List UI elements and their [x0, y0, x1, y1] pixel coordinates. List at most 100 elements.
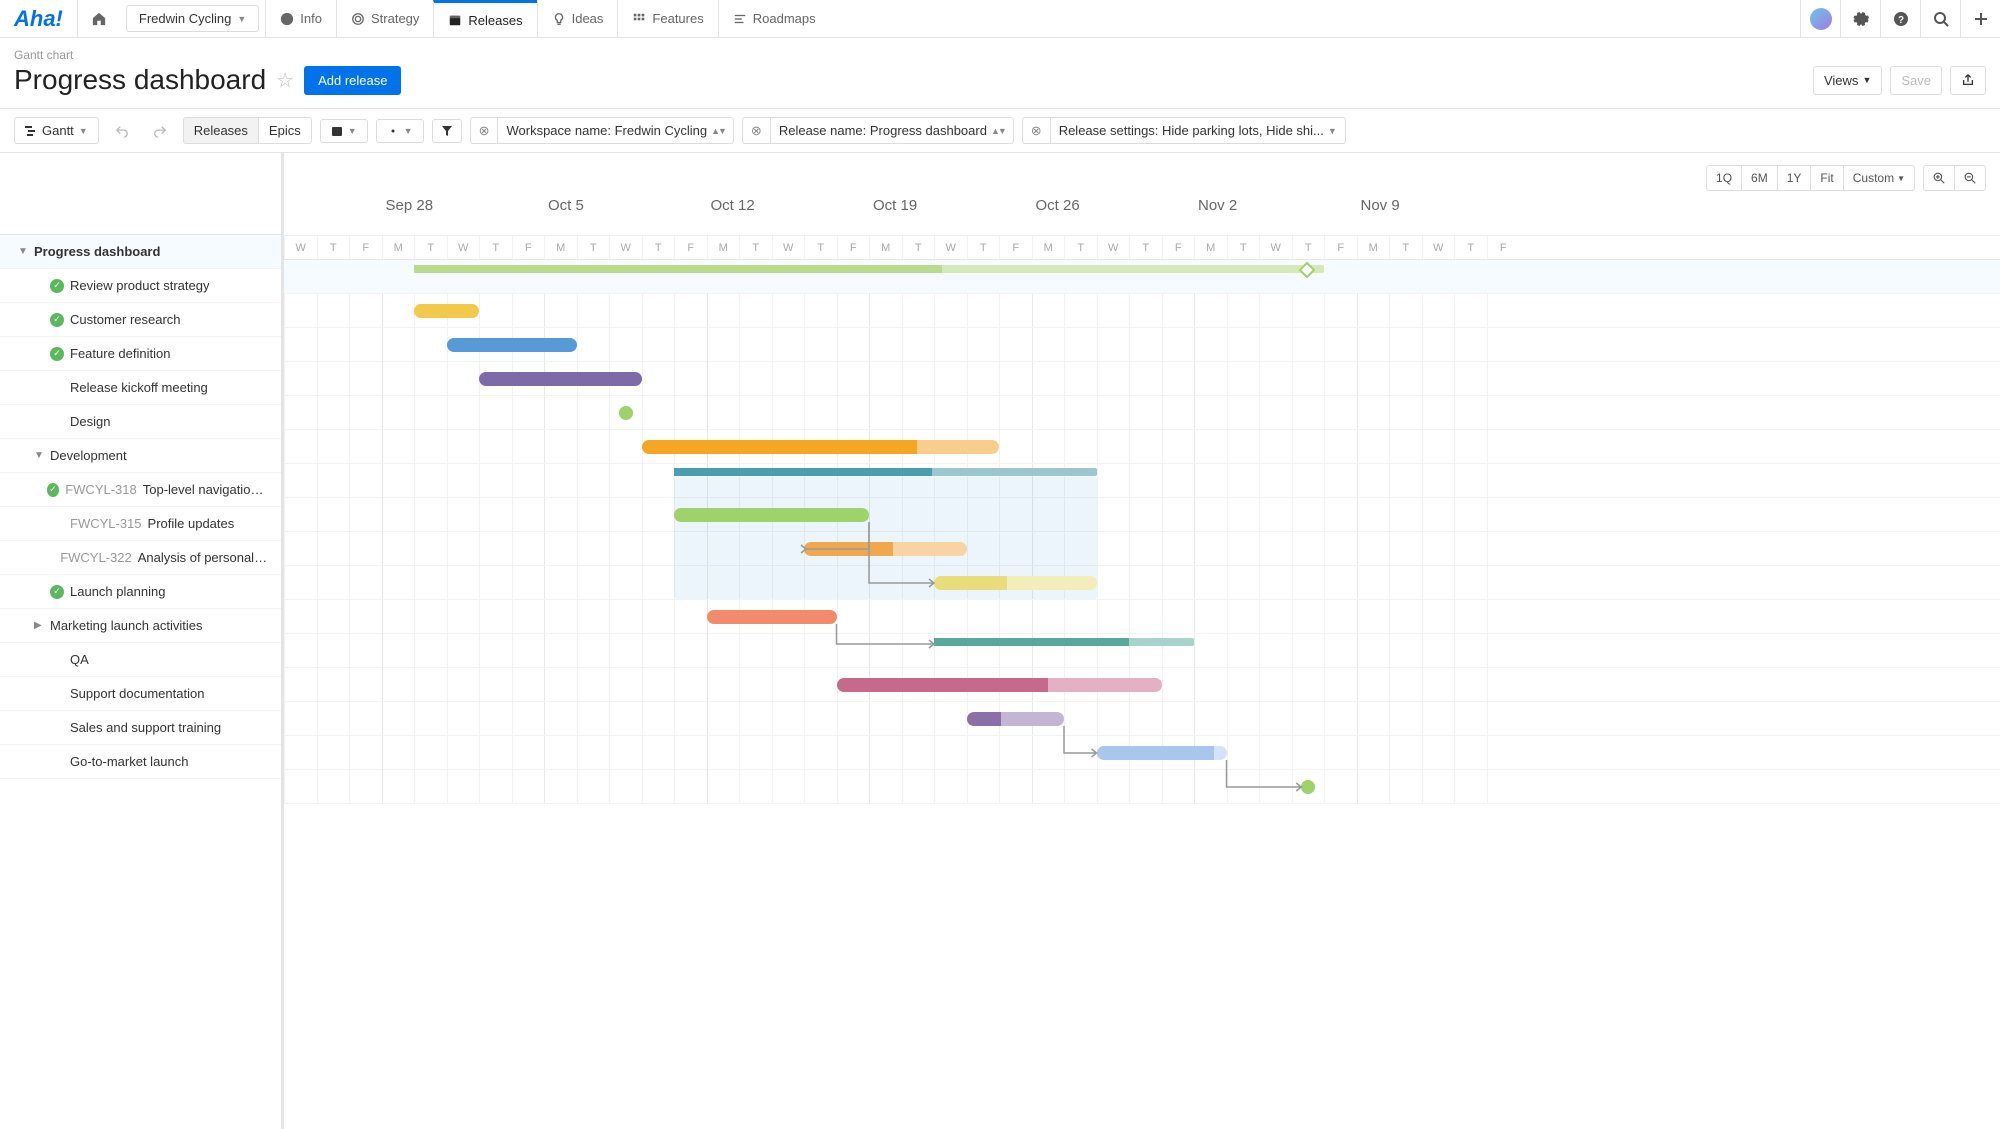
task-label: Sales and support training [70, 720, 221, 735]
gantt-bar[interactable] [414, 304, 479, 318]
task-row-r11[interactable]: ▶Marketing launch activities [0, 609, 281, 643]
gantt-row[interactable] [284, 498, 2000, 532]
task-row-r8[interactable]: FWCYL-315Profile updates [0, 507, 281, 541]
day-header-cell: W [1422, 236, 1455, 259]
user-avatar[interactable] [1800, 0, 1840, 37]
gantt-row[interactable] [284, 396, 2000, 430]
task-row-r9[interactable]: FWCYL-322 Analysis of personal race g... [0, 541, 281, 575]
task-label: Analysis of personal race g... [138, 550, 269, 565]
task-row-r15[interactable]: Go-to-market launch [0, 745, 281, 779]
gantt-bar[interactable] [707, 610, 837, 624]
filter-label[interactable]: Release settings: Hide parking lots, Hid… [1051, 118, 1345, 143]
task-row-r1[interactable]: ✓Review product strategy [0, 269, 281, 303]
timeline-pane[interactable]: Sep 28Oct 5Oct 12Oct 19Oct 26Nov 2Nov 9 … [284, 153, 2000, 1129]
gantt-bar[interactable] [479, 372, 642, 386]
task-label: Support documentation [70, 686, 204, 701]
settings-dropdown[interactable]: ▼ [376, 119, 424, 143]
nav-strategy[interactable]: Strategy [336, 0, 433, 37]
nav-info[interactable]: Info [265, 0, 336, 37]
task-row-r6[interactable]: ▼Development [0, 439, 281, 473]
chevron-down-icon[interactable]: ▼ [34, 450, 44, 461]
gantt-row[interactable] [284, 600, 2000, 634]
home-button[interactable] [77, 0, 120, 37]
task-row-r14[interactable]: Sales and support training [0, 711, 281, 745]
gantt-bar[interactable] [447, 338, 577, 352]
nav-roadmaps[interactable]: Roadmaps [718, 0, 830, 37]
epics-toggle[interactable]: Epics [259, 117, 312, 144]
task-row-r3[interactable]: ✓Feature definition [0, 337, 281, 371]
help-button[interactable]: ? [1880, 0, 1920, 37]
zoom-1q[interactable]: 1Q [1707, 166, 1741, 190]
day-header-cell: M [1194, 236, 1227, 259]
release-header-bar[interactable] [414, 265, 1324, 273]
filter-label[interactable]: Workspace name: Fredwin Cycling▲▼ [498, 118, 732, 143]
gantt-view-button[interactable]: Gantt▼ [14, 117, 99, 144]
search-button[interactable] [1920, 0, 1960, 37]
phase-header-bar[interactable] [674, 468, 1097, 476]
date-picker-button[interactable]: ▼ [320, 119, 368, 143]
redo-button[interactable] [145, 119, 175, 143]
task-label: Customer research [70, 312, 181, 327]
gantt-bar[interactable] [804, 542, 967, 556]
task-row-r0[interactable]: ▼Progress dashboard [0, 235, 281, 269]
task-row-r13[interactable]: Support documentation [0, 677, 281, 711]
task-row-r5[interactable]: Design [0, 405, 281, 439]
filter-remove[interactable]: ⊗ [471, 118, 499, 143]
nav-ideas[interactable]: Ideas [537, 0, 618, 37]
gantt-row[interactable] [284, 430, 2000, 464]
zoom-controls: 1Q 6M 1Y Fit Custom▼ [1706, 165, 1986, 191]
gantt-bar[interactable] [642, 440, 1000, 454]
gantt-bar[interactable] [674, 508, 869, 522]
chevron-right-icon[interactable]: ▶ [34, 620, 44, 631]
task-row-r2[interactable]: ✓Customer research [0, 303, 281, 337]
gantt-row[interactable] [284, 294, 2000, 328]
week-label: Nov 9 [1361, 197, 1400, 214]
favorite-toggle[interactable]: ☆ [276, 68, 294, 93]
day-header-cell: W [1097, 236, 1130, 259]
zoom-in[interactable] [1924, 166, 1954, 190]
undo-button[interactable] [107, 119, 137, 143]
zoom-6m[interactable]: 6M [1741, 166, 1777, 190]
gantt-bar[interactable] [967, 712, 1065, 726]
nav-releases[interactable]: Releases [433, 0, 536, 37]
gantt-bar[interactable] [837, 678, 1162, 692]
task-row-r12[interactable]: QA [0, 643, 281, 677]
milestone-dot[interactable] [619, 406, 633, 420]
phase-header-bar[interactable] [934, 638, 1194, 646]
task-row-r7[interactable]: ✓FWCYL-318Top-level navigation re... [0, 473, 281, 507]
filter-remove[interactable]: ⊗ [743, 118, 771, 143]
svg-text:?: ? [1897, 15, 1903, 26]
gantt-row[interactable] [284, 702, 2000, 736]
zoom-1y[interactable]: 1Y [1777, 166, 1811, 190]
gantt-row[interactable] [284, 770, 2000, 804]
settings-button[interactable] [1840, 0, 1880, 37]
add-release-button[interactable]: Add release [304, 66, 401, 95]
zoom-custom[interactable]: Custom▼ [1843, 166, 1914, 190]
filter-icon [441, 125, 453, 137]
day-header-cell: T [1389, 236, 1422, 259]
gantt-row[interactable] [284, 532, 2000, 566]
logo[interactable]: Aha! [0, 0, 77, 37]
gantt-row[interactable] [284, 464, 2000, 498]
zoom-fit[interactable]: Fit [1810, 166, 1842, 190]
chevron-down-icon[interactable]: ▼ [18, 246, 28, 257]
gantt-row[interactable] [284, 566, 2000, 600]
task-code: FWCYL-322 [60, 550, 132, 565]
share-button[interactable] [1950, 66, 1986, 95]
filter-label[interactable]: Release name: Progress dashboard▲▼ [771, 118, 1013, 143]
day-header-cell: T [414, 236, 447, 259]
gantt-bar[interactable] [934, 576, 1097, 590]
task-row-r4[interactable]: Release kickoff meeting [0, 371, 281, 405]
save-button[interactable]: Save [1890, 66, 1942, 95]
day-header-cell: F [349, 236, 382, 259]
gantt-bar[interactable] [1097, 746, 1227, 760]
releases-toggle[interactable]: Releases [183, 117, 259, 144]
workspace-selector[interactable]: Fredwin Cycling▼ [126, 5, 259, 32]
zoom-out[interactable] [1954, 166, 1985, 190]
views-button[interactable]: Views▼ [1813, 66, 1882, 95]
nav-features[interactable]: Features [617, 0, 717, 37]
task-row-r10[interactable]: ✓Launch planning [0, 575, 281, 609]
filter-remove[interactable]: ⊗ [1023, 118, 1051, 143]
add-button[interactable] [1960, 0, 2000, 37]
filter-button[interactable] [432, 119, 462, 143]
